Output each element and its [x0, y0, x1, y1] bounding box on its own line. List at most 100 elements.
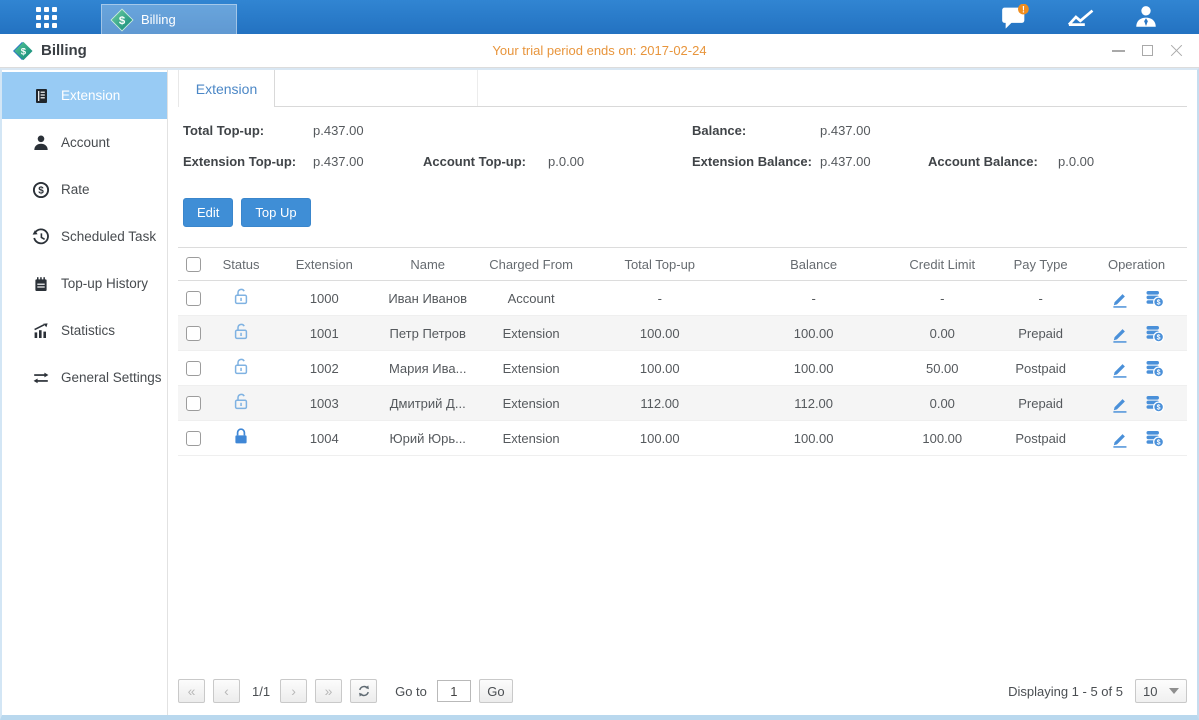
- go-button[interactable]: Go: [479, 679, 513, 703]
- sidebar-item-topup-history[interactable]: Top-up History: [2, 260, 167, 307]
- trial-notice: Your trial period ends on: 2017-02-24: [0, 43, 1199, 58]
- cell-total-topup: 100.00: [582, 351, 738, 386]
- sidebar-item-account[interactable]: Account: [2, 119, 167, 166]
- col-pay-type: Pay Type: [995, 248, 1086, 281]
- goto-label: Go to: [395, 684, 427, 699]
- sidebar-item-label: Scheduled Task: [61, 229, 156, 244]
- row-checkbox[interactable]: [186, 396, 201, 411]
- topup-icon: $: [1145, 359, 1164, 378]
- lock-open-icon[interactable]: [231, 321, 251, 342]
- cell-extension: 1002: [274, 351, 375, 386]
- goto-page-input[interactable]: [437, 680, 471, 702]
- sidebar-item-scheduled-task[interactable]: Scheduled Task: [2, 213, 167, 260]
- edit-icon: [1110, 289, 1129, 308]
- cell-total-topup: -: [582, 281, 738, 316]
- sidebar-item-label: Extension: [61, 88, 120, 103]
- refresh-button[interactable]: [350, 679, 377, 703]
- col-name: Name: [375, 248, 481, 281]
- minimize-button[interactable]: [1112, 44, 1125, 57]
- lock-closed-icon[interactable]: [231, 426, 251, 447]
- edit-row-button[interactable]: [1110, 394, 1129, 413]
- tab-extension[interactable]: Extension: [178, 70, 275, 107]
- chat-icon[interactable]: !: [1001, 4, 1029, 30]
- row-checkbox[interactable]: [186, 361, 201, 376]
- first-page-button[interactable]: «: [178, 679, 205, 703]
- extension-topup-value: p.437.00: [313, 154, 364, 169]
- page-size-select[interactable]: 10: [1135, 679, 1187, 703]
- edit-row-button[interactable]: [1110, 289, 1129, 308]
- lock-open-icon[interactable]: [231, 356, 251, 377]
- tab-strip-spacer: [275, 70, 478, 106]
- rate-icon: $: [32, 181, 50, 199]
- sidebar-item-extension[interactable]: Extension: [2, 72, 167, 119]
- billing-tab-label: Billing: [141, 12, 176, 27]
- cell-name: Юрий Юрь...: [375, 421, 481, 456]
- table-row: 1001Петр ПетровExtension100.00100.000.00…: [178, 316, 1187, 351]
- last-page-button[interactable]: »: [315, 679, 342, 703]
- cell-credit-limit: 0.00: [889, 386, 995, 421]
- next-page-button[interactable]: ›: [280, 679, 307, 703]
- svg-text:$: $: [1156, 299, 1160, 306]
- sidebar-item-statistics[interactable]: Statistics: [2, 307, 167, 354]
- col-operation: Operation: [1086, 248, 1187, 281]
- topup-row-button[interactable]: $: [1145, 324, 1164, 343]
- lock-open-icon[interactable]: [231, 391, 251, 412]
- row-checkbox[interactable]: [186, 326, 201, 341]
- edit-icon: [1110, 429, 1129, 448]
- topup-button[interactable]: Top Up: [241, 198, 310, 227]
- edit-icon: [1110, 394, 1129, 413]
- cell-pay-type: Postpaid: [995, 421, 1086, 456]
- table-row: 1000Иван ИвановAccount----$: [178, 281, 1187, 316]
- refresh-icon: [357, 684, 371, 698]
- main-panel: Extension Total Top-up: p.437.00 Balance…: [168, 70, 1197, 715]
- top-bar: $ Billing !: [0, 0, 1199, 34]
- topup-icon: $: [1145, 324, 1164, 343]
- window-controls: [1112, 44, 1183, 57]
- dropdown-arrow-icon: [1169, 688, 1179, 694]
- account-balance-value: p.0.00: [1058, 154, 1094, 169]
- edit-button[interactable]: Edit: [183, 198, 233, 227]
- cell-name: Петр Петров: [375, 316, 481, 351]
- sidebar-item-general-settings[interactable]: General Settings: [2, 354, 167, 401]
- edit-row-button[interactable]: [1110, 324, 1129, 343]
- cell-pay-type: Prepaid: [995, 386, 1086, 421]
- table-row: 1003Дмитрий Д...Extension112.00112.000.0…: [178, 386, 1187, 421]
- edit-row-button[interactable]: [1110, 359, 1129, 378]
- maximize-button[interactable]: [1141, 44, 1154, 57]
- close-button[interactable]: [1170, 44, 1183, 57]
- topup-row-button[interactable]: $: [1145, 429, 1164, 448]
- topup-row-button[interactable]: $: [1145, 289, 1164, 308]
- prev-page-button[interactable]: ‹: [213, 679, 240, 703]
- sidebar: Extension Account $ Rate: [2, 70, 168, 715]
- sidebar-item-rate[interactable]: $ Rate: [2, 166, 167, 213]
- svg-text:$: $: [21, 46, 27, 57]
- lock-open-icon[interactable]: [231, 286, 251, 307]
- account-topup-label: Account Top-up:: [423, 154, 526, 169]
- user-icon[interactable]: [1133, 4, 1159, 30]
- row-checkbox[interactable]: [186, 431, 201, 446]
- sidebar-item-label: Account: [61, 135, 110, 150]
- summary-panel: Total Top-up: p.437.00 Balance: p.437.00…: [178, 107, 1187, 192]
- title-bar: $ Billing Your trial period ends on: 201…: [0, 34, 1199, 68]
- topup-row-button[interactable]: $: [1145, 359, 1164, 378]
- tab-strip: Extension: [178, 70, 1187, 107]
- topup-row-button[interactable]: $: [1145, 394, 1164, 413]
- edit-row-button[interactable]: [1110, 429, 1129, 448]
- extension-balance-label: Extension Balance:: [692, 154, 812, 169]
- resource-monitor-icon[interactable]: [1067, 5, 1095, 29]
- col-balance: Balance: [738, 248, 889, 281]
- sidebar-item-label: Rate: [61, 182, 90, 197]
- select-all-checkbox[interactable]: [186, 257, 201, 272]
- edit-icon: [1110, 324, 1129, 343]
- balance-value: p.437.00: [820, 123, 871, 138]
- topbar-right-icons: !: [1001, 0, 1159, 34]
- svg-text:$: $: [1156, 369, 1160, 376]
- balance-label: Balance:: [692, 123, 746, 138]
- topup-icon: $: [1145, 429, 1164, 448]
- topup-history-icon: [32, 275, 50, 293]
- cell-balance: 100.00: [738, 316, 889, 351]
- row-checkbox[interactable]: [186, 291, 201, 306]
- notification-badge-text: !: [1022, 4, 1025, 14]
- app-grid-icon[interactable]: [36, 7, 57, 28]
- billing-app-tab[interactable]: $ Billing: [101, 4, 237, 34]
